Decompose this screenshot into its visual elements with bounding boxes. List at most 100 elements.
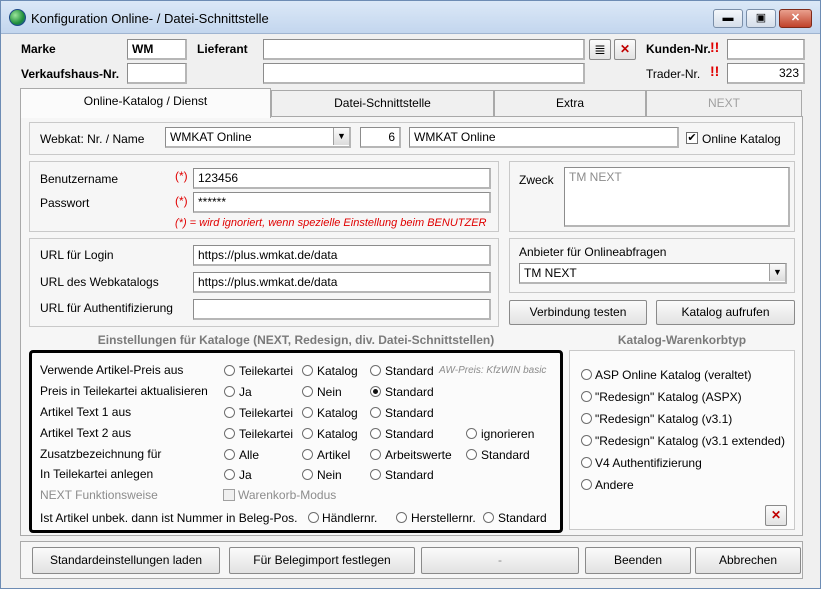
unbek-option-label: Herstellernr. — [411, 511, 476, 525]
lieferant-name-field[interactable] — [263, 63, 585, 84]
setting-row-label: Preis in Teilekartei aktualisieren — [40, 384, 208, 398]
standardeinstellungen-button[interactable]: Standardeinstellungen laden — [32, 547, 220, 574]
setting-radio[interactable] — [370, 407, 381, 418]
warenkorb-radio[interactable] — [581, 369, 592, 380]
setting-radio-label: Katalog — [317, 427, 358, 441]
setting-radio-label: ignorieren — [481, 427, 535, 441]
tab-datei-schnittstelle[interactable]: Datei-Schnittstelle — [271, 90, 494, 117]
zweck-textarea[interactable]: TM NEXT — [564, 167, 790, 227]
online-katalog-checkbox[interactable]: ✔ — [686, 132, 698, 144]
warenkorb-option-label: ASP Online Katalog (veraltet) — [595, 368, 752, 382]
webkat-nr-field[interactable]: 6 — [360, 127, 401, 148]
setting-radio[interactable] — [370, 365, 381, 376]
verbindung-testen-button[interactable]: Verbindung testen — [509, 300, 647, 325]
setting-radio[interactable] — [224, 449, 235, 460]
setting-radio[interactable] — [302, 386, 313, 397]
maximize-button[interactable]: ▣ — [746, 9, 776, 28]
setting-radio-label: Standard — [385, 406, 434, 420]
url-login-label: URL für Login — [40, 248, 114, 262]
url-webkat-field[interactable]: https://plus.wmkat.de/data — [193, 272, 491, 293]
warenkorb-radio[interactable] — [581, 457, 592, 468]
katalog-aufrufen-button[interactable]: Katalog aufrufen — [656, 300, 795, 325]
trader-warning-icon: !! — [710, 63, 720, 79]
warenkorb-heading: Katalog-Warenkorbtyp — [617, 333, 747, 347]
warenkorb-radio[interactable] — [581, 435, 592, 446]
tab-online-katalog[interactable]: Online-Katalog / Dienst — [20, 88, 271, 118]
list-icon: ≣ — [594, 41, 606, 57]
verkaufshaus-field[interactable] — [127, 63, 187, 84]
warenkorb-option-label: "Redesign" Katalog (ASPX) — [595, 390, 742, 404]
setting-radio[interactable] — [370, 449, 381, 460]
setting-radio-label: Alle — [239, 448, 260, 462]
preis-note: AW-Preis: KfzWIN basic — [439, 365, 547, 376]
kunden-field[interactable] — [727, 39, 805, 60]
passwort-star: (*) — [175, 194, 188, 208]
trader-field[interactable]: 323 — [727, 63, 805, 84]
setting-radio[interactable] — [224, 469, 235, 480]
tab-extra[interactable]: Extra — [494, 90, 646, 117]
credentials-note: (*) = wird ignoriert, wenn spezielle Ein… — [175, 217, 487, 229]
url-auth-field[interactable] — [193, 299, 491, 320]
setting-radio[interactable] — [302, 365, 313, 376]
setting-row-label: Verwende Artikel-Preis aus — [40, 363, 184, 377]
close-icon: ✕ — [619, 42, 631, 56]
title-bar: Konfiguration Online- / Datei-Schnittste… — [1, 1, 820, 34]
config-window: Konfiguration Online- / Datei-Schnittste… — [0, 0, 821, 589]
setting-radio[interactable] — [370, 469, 381, 480]
beenden-button[interactable]: Beenden — [585, 547, 691, 574]
setting-radio-label: Artikel — [317, 448, 351, 462]
setting-radio[interactable] — [370, 428, 381, 439]
webkat-combo-value: WMKAT Online — [170, 130, 252, 144]
setting-radio[interactable] — [224, 386, 235, 397]
setting-radio-label: Teilekartei — [239, 364, 294, 378]
setting-radio[interactable] — [302, 428, 313, 439]
setting-radio[interactable] — [302, 469, 313, 480]
belegimport-button[interactable]: Für Belegimport festlegen — [229, 547, 415, 574]
setting-radio-label: Ja — [239, 385, 252, 399]
chevron-down-icon[interactable]: ▼ — [333, 128, 349, 145]
unbek-radio-0[interactable] — [308, 512, 319, 523]
lieferant-field[interactable] — [263, 39, 585, 60]
lieferant-label: Lieferant — [197, 42, 248, 56]
webkat-combo[interactable]: WMKAT Online ▼ — [165, 127, 351, 148]
setting-radio[interactable] — [302, 449, 313, 460]
setting-radio-label: Standard — [385, 364, 434, 378]
clear-warenkorb-button[interactable]: ✕ — [765, 505, 787, 526]
app-globe-icon — [9, 9, 26, 26]
url-login-field[interactable]: https://plus.wmkat.de/data — [193, 245, 491, 266]
settings-box — [29, 350, 563, 533]
list-button[interactable]: ≣ — [589, 39, 611, 60]
trader-label: Trader-Nr. — [646, 67, 701, 81]
setting-radio-label: Ja — [239, 468, 252, 482]
chevron-down-icon[interactable]: ▼ — [769, 264, 785, 281]
setting-radio[interactable] — [370, 386, 381, 397]
clear-lieferant-button[interactable]: ✕ — [614, 39, 636, 60]
setting-radio-label: Teilekartei — [239, 427, 294, 441]
setting-radio[interactable] — [466, 428, 477, 439]
warenkorb-radio[interactable] — [581, 391, 592, 402]
setting-radio[interactable] — [466, 449, 477, 460]
webkat-name-field[interactable]: WMKAT Online — [409, 127, 679, 148]
benutzername-field[interactable]: 123456 — [193, 168, 491, 189]
unbek-label: Ist Artikel unbek. dann ist Nummer in Be… — [40, 511, 298, 525]
passwort-field[interactable]: ****** — [193, 192, 491, 213]
setting-radio[interactable] — [224, 365, 235, 376]
anbieter-combo[interactable]: TM NEXT ▼ — [519, 263, 787, 284]
setting-radio[interactable] — [224, 407, 235, 418]
benutzername-label: Benutzername — [40, 172, 119, 186]
next-funktionsweise-label: NEXT Funktionsweise — [40, 488, 158, 502]
minimize-button[interactable]: ▬ — [713, 9, 743, 28]
webkat-label: Webkat: Nr. / Name — [40, 132, 145, 146]
warenkorb-radio[interactable] — [581, 413, 592, 424]
marke-field[interactable]: WM — [127, 39, 187, 60]
setting-radio[interactable] — [224, 428, 235, 439]
url-webkat-label: URL des Webkatalogs — [40, 275, 159, 289]
close-window-button[interactable]: ✕ — [779, 9, 812, 28]
benutzername-star: (*) — [175, 169, 188, 183]
setting-radio[interactable] — [302, 407, 313, 418]
unbek-radio-1[interactable] — [396, 512, 407, 523]
setting-radio-label: Nein — [317, 385, 342, 399]
warenkorb-radio[interactable] — [581, 479, 592, 490]
abbrechen-button[interactable]: Abbrechen — [695, 547, 801, 574]
unbek-radio-2[interactable] — [483, 512, 494, 523]
